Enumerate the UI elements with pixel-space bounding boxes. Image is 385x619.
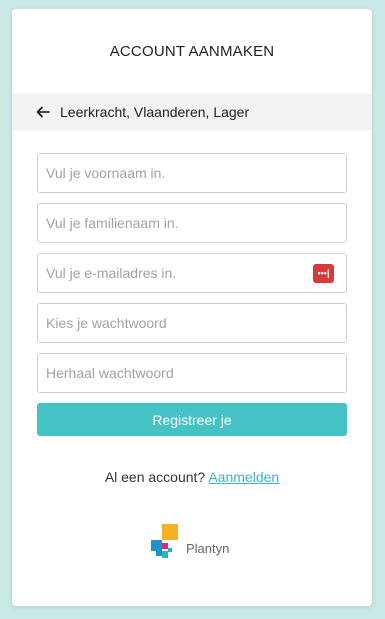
first-name-field [37,153,347,193]
login-prompt-text: Al een account? [104,469,206,485]
page-title: ACCOUNT AANMAKEN [109,43,275,60]
role-context-label: Leerkracht, Vlaanderen, Lager [60,104,250,120]
back-to-role-selection[interactable]: Leerkracht, Vlaanderen, Lager [12,93,372,131]
plantyn-logo: Plantyn [151,524,229,560]
email-field: •••| [37,253,347,293]
password-manager-label: •••| [317,268,330,278]
password-field [37,303,347,343]
first-name-input[interactable] [38,154,346,192]
password-manager-icon[interactable]: •••| [313,264,334,283]
password-input[interactable] [38,304,346,342]
password-repeat-field [37,353,347,393]
last-name-field [37,203,347,243]
login-link[interactable]: Aanmelden [208,469,279,485]
email-input[interactable] [38,254,346,292]
arrow-left-icon [36,106,50,118]
register-button[interactable]: Registreer je [37,403,347,436]
plantyn-logo-text: Plantyn [186,541,230,556]
login-prompt: Al een account? Aanmelden [12,469,372,485]
last-name-input[interactable] [38,204,346,242]
password-repeat-input[interactable] [38,354,346,392]
signup-card: ACCOUNT AANMAKEN Leerkracht, Vlaanderen,… [12,9,372,606]
plantyn-logo-icon [151,524,178,558]
